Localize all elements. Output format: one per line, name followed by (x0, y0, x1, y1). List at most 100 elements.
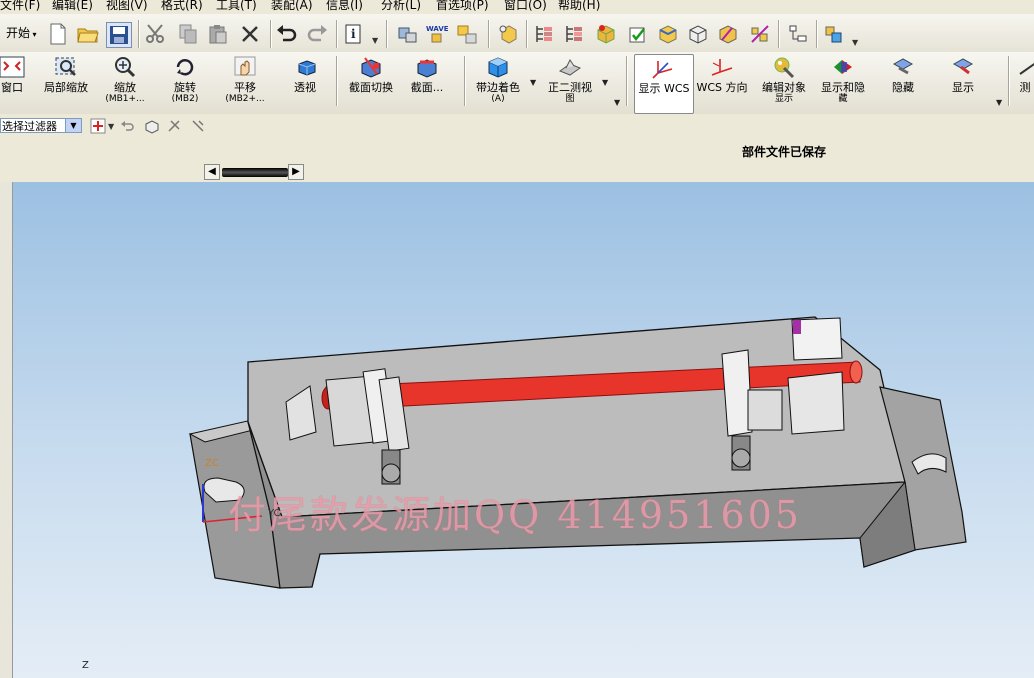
display-wcs-button[interactable]: 显示 WCS (634, 54, 694, 114)
component-icon[interactable] (496, 22, 520, 46)
delete-icon[interactable] (238, 22, 262, 46)
toolbar-separator (778, 20, 780, 48)
wcs-orient-button[interactable]: WCS 方向 (696, 54, 748, 112)
measure-button[interactable]: 测 (1016, 54, 1034, 112)
scroll-left-button[interactable]: ◀ (204, 164, 220, 180)
menu-info[interactable]: 信息(I) (326, 0, 363, 12)
new-file-icon[interactable] (46, 22, 70, 46)
pan-button[interactable]: 平移 (MB2+... (220, 54, 270, 112)
section-toggle-button[interactable]: 截面切换 (344, 54, 398, 112)
wcs-axes-icon (650, 55, 678, 81)
menu-bar: 文件(F) 编辑(E) 视图(V) 格式(R) 工具(T) 装配(A) 信息(I… (0, 0, 1034, 14)
fit-window-button[interactable]: 窗口 (0, 54, 30, 112)
graphics-viewport[interactable]: 付尾款发源加QQ 414951605 ZC YC Z (0, 182, 1034, 678)
perspective-button[interactable]: 透视 (282, 54, 328, 112)
scroll-right-button[interactable]: ▶ (288, 164, 304, 180)
shaded-with-edges-button[interactable]: 带边着色 (A) (470, 54, 526, 112)
snap-point-icon[interactable] (90, 118, 106, 134)
wave-label: WAVE (426, 25, 449, 33)
measure-icon (1016, 54, 1034, 80)
cut-icon[interactable] (144, 22, 168, 46)
edit-object-display-button[interactable]: 编辑对象 显示 (756, 54, 812, 112)
select-box-icon[interactable] (144, 118, 160, 134)
start-menu-button[interactable]: 开始 ▾ (0, 24, 37, 42)
copy-icon[interactable] (176, 22, 200, 46)
axis-label-z: Z (82, 660, 89, 671)
edit-section-button[interactable]: 截面... (404, 54, 450, 112)
trimetric-view-button[interactable]: 正二测视 图 (542, 54, 598, 112)
select-feature-icon[interactable] (166, 118, 182, 134)
menu-tools[interactable]: 工具(T) (216, 0, 257, 12)
menu-analysis[interactable]: 分析(L) (381, 0, 421, 12)
show-button[interactable]: 显示 (942, 54, 984, 112)
paste-icon[interactable] (206, 22, 230, 46)
toolbar-separator (464, 56, 466, 106)
shading-dropdown-arrow[interactable]: ▼ (530, 78, 536, 87)
window-tab-strip: ◀ ▶ (0, 162, 1034, 182)
menu-assembly[interactable]: 装配(A) (271, 0, 313, 12)
list-tree-2-icon[interactable] (562, 22, 586, 46)
wcs-orient-icon (708, 54, 736, 80)
axis-label-zc: ZC (205, 458, 219, 469)
hide-button[interactable]: 隐藏 (882, 54, 924, 112)
filter-value: 选择过滤器 (2, 120, 57, 133)
view-toolbar: 窗口 局部缩放 缩放 (MB1+... 旋转 (MB2) 平移 (MB2+...… (0, 52, 1034, 115)
selection-filter-select[interactable]: 选择过滤器 ▼ (0, 118, 82, 133)
menu-file[interactable]: 文件(F) (0, 0, 40, 12)
zoom-button[interactable]: 缩放 (MB1+... (100, 54, 150, 112)
watermark-text: 付尾款发源加QQ 414951605 (228, 493, 802, 537)
orient-more-arrow[interactable]: ▼ (614, 98, 620, 107)
reference-set-icon[interactable] (456, 22, 480, 46)
cube-blue-icon[interactable] (656, 22, 680, 46)
red-rod-end (849, 360, 863, 384)
arrangement-icon[interactable] (822, 22, 846, 46)
open-folder-icon[interactable] (76, 22, 100, 46)
show-icon (949, 54, 977, 80)
chevron-down-icon[interactable]: ▼ (65, 119, 81, 132)
assembly-navigator-icon[interactable] (396, 22, 420, 46)
list-tree-icon[interactable] (532, 22, 556, 46)
constraint-icon[interactable] (748, 22, 772, 46)
save-icon[interactable] (106, 22, 132, 48)
undo-selection-icon[interactable] (120, 118, 136, 134)
viewport-left-border (0, 182, 13, 678)
menu-preferences[interactable]: 首选项(P) (436, 0, 489, 12)
right-screw-head (731, 448, 751, 468)
view-toolbar-more-arrow[interactable]: ▼ (996, 98, 1002, 107)
select-edge-icon[interactable] (190, 118, 206, 134)
arrow-cube-icon[interactable] (716, 22, 740, 46)
tab-scroll-thumb[interactable] (222, 168, 288, 177)
menu-help[interactable]: 帮助(H) (558, 0, 600, 12)
undo-icon[interactable] (274, 22, 298, 46)
menu-window[interactable]: 窗口(O) (504, 0, 547, 12)
toolbar-separator (526, 20, 528, 48)
structure-icon[interactable] (786, 22, 810, 46)
wave-linker-icon[interactable]: WAVE (426, 22, 450, 46)
menu-edit[interactable]: 编辑(E) (52, 0, 93, 12)
show-and-hide-button[interactable]: 显示和隐 藏 (816, 54, 870, 112)
cube-outline-icon[interactable] (686, 22, 710, 46)
orient-dropdown-arrow[interactable]: ▼ (602, 78, 608, 87)
trimetric-icon (556, 54, 584, 80)
menu-view[interactable]: 视图(V) (106, 0, 148, 12)
menu-format[interactable]: 格式(R) (161, 0, 203, 12)
start-label: 开始 (6, 26, 31, 40)
snap-dropdown-arrow[interactable]: ▼ (108, 122, 114, 131)
redo-icon[interactable] (306, 22, 330, 46)
status-bar: 部件文件已保存 (0, 140, 1034, 163)
toolbar-separator (336, 20, 338, 48)
status-message: 部件文件已保存 (742, 145, 827, 159)
arrangement-dropdown-arrow[interactable]: ▼ (852, 38, 858, 47)
check-cube-icon[interactable] (626, 22, 650, 46)
edit-section-icon (413, 54, 441, 80)
zoom-window-button[interactable]: 局部缩放 (38, 54, 94, 112)
edit-display-icon (770, 54, 798, 80)
rotate-button[interactable]: 旋转 (MB2) (162, 54, 208, 112)
shaded-cube-icon (484, 54, 512, 80)
info-icon[interactable]: i (342, 22, 366, 46)
toolbar-separator (1008, 56, 1010, 106)
cube-red-icon[interactable] (594, 22, 618, 46)
info-dropdown-arrow[interactable]: ▼ (372, 36, 378, 45)
tab-scroller: ◀ ▶ (204, 164, 304, 180)
toolbar-separator (270, 20, 272, 48)
